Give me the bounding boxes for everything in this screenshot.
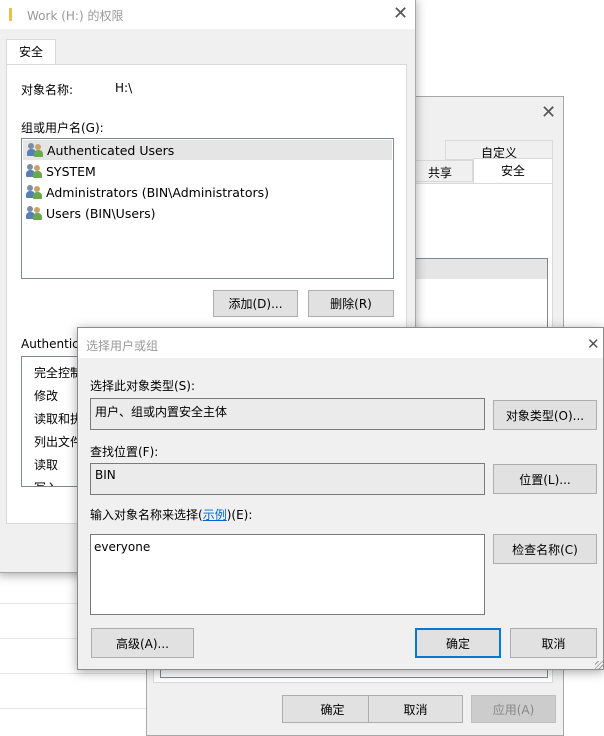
tab-security-label: 安全 (500, 164, 525, 178)
dialog-title: 选择用户或组 (86, 339, 159, 353)
locations-button[interactable]: 位置(L)... (493, 464, 597, 494)
object-names-input[interactable]: everyone (90, 534, 485, 615)
resize-grip-icon[interactable] (595, 661, 603, 669)
cancel-button-label: 取消 (403, 702, 428, 717)
tab-security[interactable]: 安全 (6, 39, 56, 65)
user-name: Administrators (BIN\Administrators) (46, 184, 269, 200)
perm-label: 完全控制 (34, 366, 81, 380)
enter-names-prefix: 输入对象名称来选择( (90, 508, 203, 522)
object-names-value: everyone (94, 540, 151, 554)
users-icon (26, 206, 42, 220)
advanced-button-label: 高级(A)... (115, 636, 170, 651)
list-item[interactable]: Users (BIN\Users) (26, 203, 156, 223)
select-users-dialog: 选择用户或组 ✕ 选择此对象类型(S): 用户、组或内置安全主体 对象类型(O)… (77, 327, 604, 670)
perm-label: 修改 (34, 389, 59, 403)
ok-button-label: 确定 (320, 702, 345, 717)
list-item[interactable]: SYSTEM (26, 161, 96, 181)
check-names-button[interactable]: 检查名称(C) (493, 534, 597, 564)
group-label: 组或用户名(G): (21, 121, 104, 135)
perm-label: 列出文件 (34, 435, 81, 449)
ok-button[interactable]: 确定 (415, 628, 501, 658)
background-line (0, 673, 148, 674)
object-name-label: 对象名称: (21, 83, 74, 97)
apply-button-label: 应用(A) (492, 702, 535, 717)
users-icon (26, 164, 42, 178)
tab-share[interactable]: 共享 (407, 160, 473, 182)
background-line (0, 708, 148, 709)
list-item[interactable]: Administrators (BIN\Administrators) (26, 182, 269, 202)
tab-share-label: 共享 (427, 166, 452, 180)
location-label: 查找位置(F): (90, 445, 159, 459)
remove-button[interactable]: 删除(R) (308, 290, 394, 317)
tab-custom[interactable]: 自定义 (445, 140, 553, 160)
perm-label: 读取 (34, 458, 59, 472)
enter-names-suffix: )(E): (226, 508, 253, 522)
title-bar: Work (H:) 的权限 ✕ (0, 0, 415, 29)
list-item[interactable]: Authenticated Users (23, 140, 392, 160)
user-name: SYSTEM (46, 163, 96, 179)
object-name-value: H:\ (115, 81, 133, 95)
enter-names-label: 输入对象名称来选择(示例)(E): (90, 506, 252, 523)
users-icon (27, 143, 43, 157)
perm-label: 读取和执 (34, 412, 81, 426)
object-type-label: 选择此对象类型(S): (90, 379, 196, 393)
users-list[interactable]: Authenticated Users SYSTEM Administrator… (21, 138, 394, 279)
permissions-list: 完全控制 修改 读取和执 列出文件 读取 写入 (21, 356, 81, 487)
title-bar: 选择用户或组 ✕ (78, 328, 603, 358)
location-field: BIN (90, 463, 485, 495)
user-name: Users (BIN\Users) (46, 205, 156, 221)
object-types-button-label: 对象类型(O)... (505, 408, 585, 423)
ok-button-label: 确定 (445, 636, 470, 651)
apply-button[interactable]: 应用(A) (471, 695, 556, 723)
tab-security[interactable]: 安全 (473, 158, 553, 184)
advanced-button[interactable]: 高级(A)... (91, 628, 194, 658)
add-button-label: 添加(D)... (228, 297, 283, 311)
close-icon[interactable]: ✕ (587, 337, 600, 352)
cancel-button-label: 取消 (541, 636, 566, 651)
tab-security-label: 安全 (18, 45, 43, 59)
perm-label: 写入 (34, 479, 58, 486)
remove-button-label: 删除(R) (330, 297, 372, 311)
object-type-field: 用户、组或内置安全主体 (90, 398, 485, 430)
user-name: Authenticated Users (47, 142, 175, 158)
folder-icon (9, 8, 12, 21)
close-icon[interactable]: ✕ (541, 104, 556, 122)
object-types-button[interactable]: 对象类型(O)... (493, 400, 597, 430)
users-icon (26, 185, 42, 199)
dialog-title: Work (H:) 的权限 (27, 9, 124, 23)
check-names-button-label: 检查名称(C) (512, 542, 578, 557)
examples-link[interactable]: 示例 (203, 508, 227, 522)
close-icon[interactable]: ✕ (393, 5, 408, 23)
object-type-value: 用户、组或内置安全主体 (95, 405, 228, 419)
add-button[interactable]: 添加(D)... (213, 290, 298, 317)
location-value: BIN (95, 468, 116, 482)
locations-button-label: 位置(L)... (519, 472, 571, 487)
cancel-button[interactable]: 取消 (510, 628, 597, 658)
cancel-button[interactable]: 取消 (368, 695, 463, 723)
